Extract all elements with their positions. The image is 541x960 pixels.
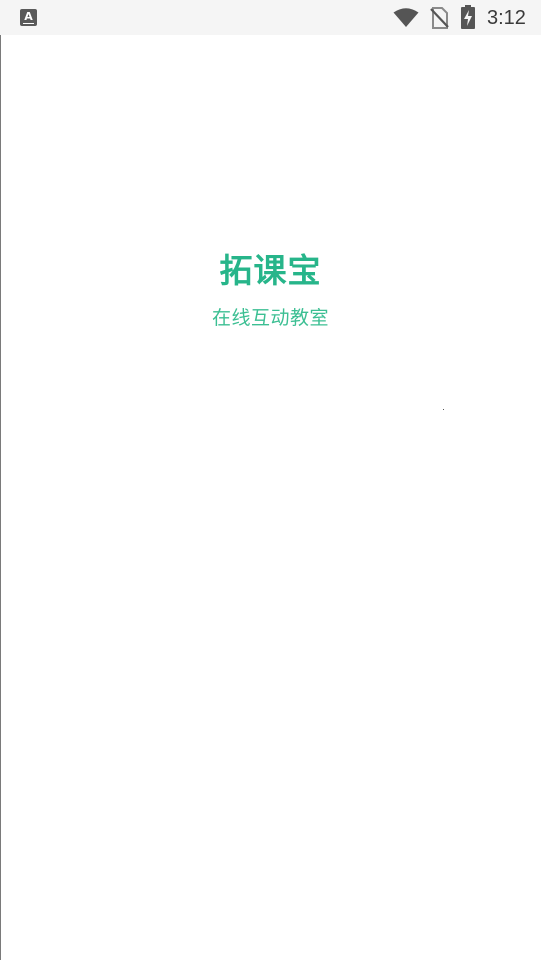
app-subtitle: 在线互动教室 [211,307,329,329]
font-a-icon: A [20,9,37,26]
battery-charging-icon [461,5,475,29]
window-edge [0,35,1,960]
status-time: 3:12 [487,7,526,29]
stray-pixel [443,409,444,410]
notification-glyph: A [24,10,33,23]
no-sim-icon [430,7,449,29]
app-title: 拓课宝 [219,251,322,290]
status-bar: A 3:12 [0,0,541,35]
splash-screen: A 3:12 拓课宝 在线互动教室 [0,0,541,960]
wifi-icon [393,8,419,27]
